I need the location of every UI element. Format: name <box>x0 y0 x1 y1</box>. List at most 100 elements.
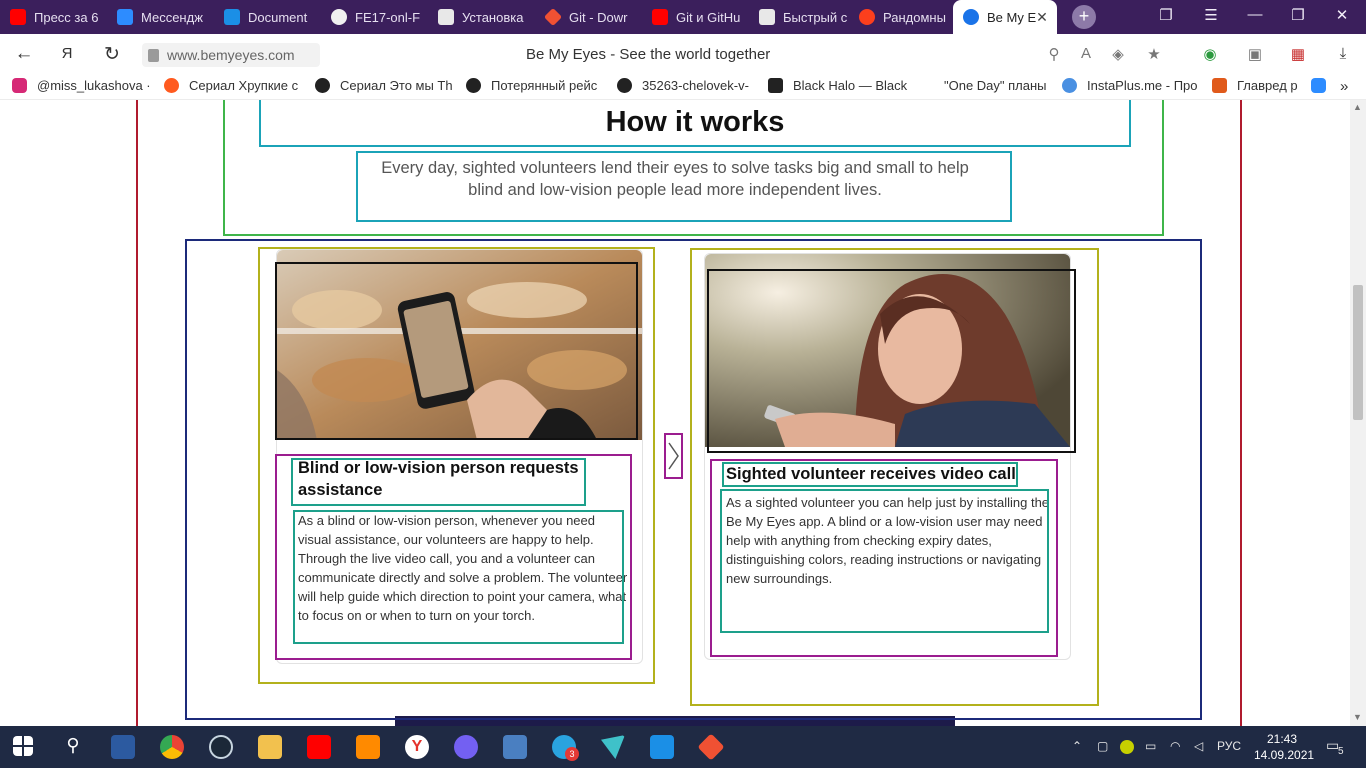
tab-strip: Пресс за 6 Мессендж Document FE17-onl-F … <box>0 0 1366 34</box>
bemyeyes-icon <box>963 9 979 25</box>
github-icon <box>331 9 347 25</box>
tab-label: Git - Dowr <box>569 9 628 25</box>
carousel-next-button[interactable] <box>664 433 683 479</box>
tabs-overview-icon[interactable]: ❐ <box>1154 6 1178 24</box>
tab-1[interactable]: Мессендж <box>107 0 212 34</box>
shield-icon[interactable]: ◈ <box>1108 45 1128 63</box>
bookmark-5[interactable]: Black Halo — Black <box>768 78 908 93</box>
reload-icon[interactable]: ↻ <box>100 43 124 66</box>
battery-icon[interactable]: ▭ <box>1145 739 1156 753</box>
messenger-icon <box>1311 78 1326 93</box>
more-bookmarks-icon[interactable]: » <box>1340 78 1348 95</box>
wifi-icon[interactable]: ◠ <box>1170 739 1180 753</box>
bookmark-label: Потерянный рейс <box>491 78 598 93</box>
bookmark-icon <box>164 78 179 93</box>
page-content: How it works Every day, sighted voluntee… <box>0 100 1350 726</box>
vscode-icon[interactable] <box>650 735 674 759</box>
translate-icon[interactable]: A <box>1076 45 1096 62</box>
bird-app-icon[interactable] <box>601 735 625 759</box>
search-icon[interactable]: ⚲ <box>1044 45 1064 63</box>
tab-label: Пресс за 6 <box>34 9 99 25</box>
bookmark-7[interactable]: InstaPlus.me - Про <box>1062 78 1202 93</box>
menu-icon[interactable]: ☰ <box>1199 6 1223 24</box>
system-clock[interactable]: 21:43 14.09.2021 <box>1254 731 1314 763</box>
notification-count: 5 <box>1338 746 1344 757</box>
sublime-icon[interactable] <box>356 735 380 759</box>
bookmark-label: Сериал Это мы Th <box>340 78 453 93</box>
viber-icon[interactable] <box>454 735 478 759</box>
save-app-icon[interactable] <box>111 735 135 759</box>
page-scrollbar[interactable]: ▲ ▼ <box>1350 100 1366 726</box>
card-title: Sighted volunteer receives video call <box>726 465 1016 483</box>
tab-7[interactable]: Быстрый с <box>749 0 854 34</box>
page-title-display: Be My Eyes - See the world together <box>526 46 771 63</box>
browser-extension-icon[interactable]: ◉ <box>1200 45 1220 63</box>
tab-8[interactable]: Рандомны <box>849 0 951 34</box>
tab-label: Git и GitHu <box>676 9 741 25</box>
bookmark-label: Сериал Хрупкие с <box>189 78 299 93</box>
yandex-home-icon[interactable]: Я <box>55 45 79 62</box>
close-tab-icon[interactable]: ✕ <box>1036 9 1048 26</box>
bookmark-4[interactable]: 35263-chelovek-v- <box>617 78 757 93</box>
git-icon[interactable] <box>697 733 725 761</box>
search-icon[interactable]: ⚲ <box>61 735 85 759</box>
show-hidden-icons-icon[interactable]: ⌃ <box>1072 739 1082 753</box>
device-icon[interactable]: ▢ <box>1097 739 1108 753</box>
maximize-icon[interactable]: ❐ <box>1286 6 1310 24</box>
windows-start-icon[interactable] <box>13 736 33 756</box>
language-indicator[interactable]: РУС <box>1217 739 1241 753</box>
youtube-icon <box>10 9 26 25</box>
minimize-icon[interactable]: — <box>1243 6 1267 23</box>
tab-5[interactable]: Git - Dowr <box>535 0 640 34</box>
scroll-down-icon[interactable]: ▼ <box>1353 712 1362 722</box>
instaplus-icon <box>1062 78 1077 93</box>
bookmark-label: InstaPlus.me - Про <box>1087 78 1198 93</box>
card-volunteer: Sighted volunteer receives video call As… <box>704 253 1071 660</box>
bookmark-icon <box>466 78 481 93</box>
bookmark-0[interactable]: @miss_lukashova · <box>12 78 162 93</box>
youtube-icon[interactable] <box>307 735 331 759</box>
bookmark-2[interactable]: Сериал Это мы Th <box>315 78 455 93</box>
chat-icon[interactable] <box>1311 78 1326 93</box>
tab-9-active[interactable]: Be My E ✕ <box>953 0 1057 34</box>
bookmark-3[interactable]: Потерянный рейс <box>466 78 606 93</box>
card-blind-user: Blind or low-vision person requests assi… <box>276 249 643 664</box>
bookmark-6[interactable]: "One Day" планы <box>944 78 1059 93</box>
calculator-icon[interactable] <box>503 735 527 759</box>
bookmark-1[interactable]: Сериал Хрупкие с <box>164 78 301 93</box>
instagram-icon <box>12 78 27 93</box>
volume-icon[interactable]: ◁ <box>1194 739 1203 753</box>
bookmark-label: Главред р <box>1237 78 1298 93</box>
yandex-browser-icon[interactable]: Y <box>405 735 429 759</box>
url-field[interactable]: www.bemyeyes.com <box>142 43 320 67</box>
steam-icon[interactable] <box>209 735 233 759</box>
yandex-icon <box>859 9 875 25</box>
tab-label: Be My E <box>987 9 1037 25</box>
chrome-icon[interactable] <box>160 735 184 759</box>
download-icon[interactable]: ⤓ <box>1333 45 1353 62</box>
tab-3[interactable]: FE17-onl-F <box>321 0 426 34</box>
bookmark-star-icon[interactable]: ★ <box>1144 45 1164 63</box>
bookmark-label: 35263-chelovek-v- <box>642 78 749 93</box>
back-icon[interactable]: ← <box>12 43 36 65</box>
card-title: Blind or low-vision person requests assi… <box>298 459 579 499</box>
scrollbar-thumb[interactable] <box>1353 285 1363 420</box>
tab-0[interactable]: Пресс за 6 <box>0 0 105 34</box>
next-section-preview <box>395 716 955 726</box>
calendar-icon[interactable]: ▦ <box>1288 45 1308 63</box>
tab-label: FE17-onl-F <box>355 9 421 25</box>
extensions-icon[interactable]: ▣ <box>1245 45 1265 63</box>
card-text: As a sighted volunteer you can help just… <box>726 495 1050 586</box>
telegram-icon[interactable]: 3 <box>552 735 579 761</box>
app-tray-icon[interactable] <box>1120 740 1134 754</box>
messenger-icon <box>117 9 133 25</box>
scroll-up-icon[interactable]: ▲ <box>1353 102 1362 112</box>
bookmark-8[interactable]: Главред р <box>1212 78 1302 93</box>
tab-4[interactable]: Установка <box>428 0 533 34</box>
tab-6[interactable]: Git и GitHu <box>642 0 747 34</box>
close-window-icon[interactable]: ✕ <box>1330 6 1354 24</box>
new-tab-button[interactable]: + <box>1072 5 1096 29</box>
tab-2[interactable]: Document <box>214 0 319 34</box>
section-title: How it works <box>605 106 785 138</box>
file-explorer-icon[interactable] <box>258 735 282 759</box>
